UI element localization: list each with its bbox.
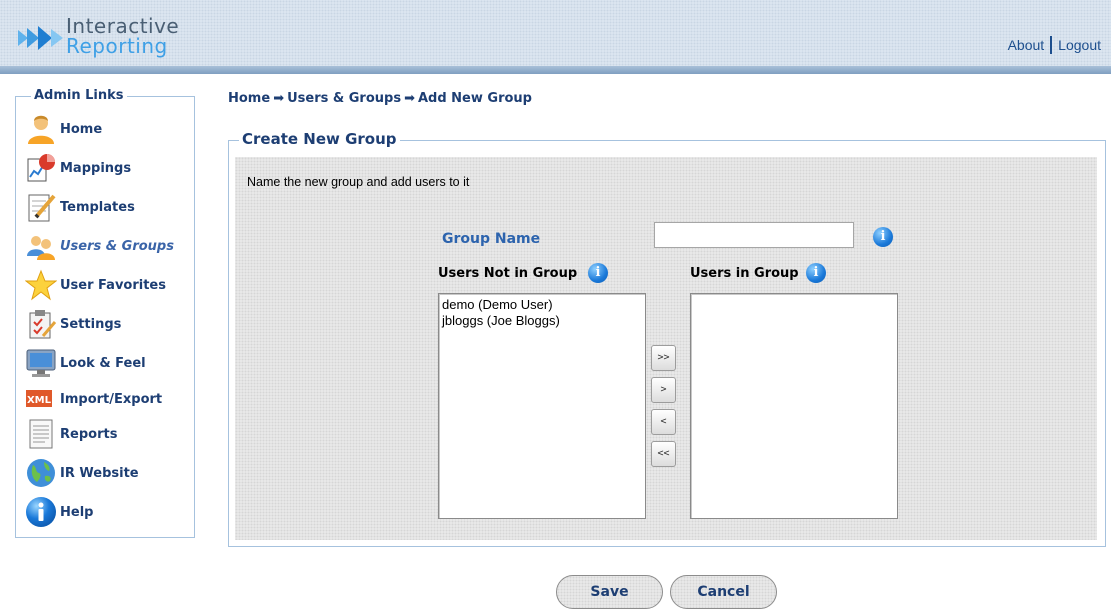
add-all-button[interactable]: >> (651, 345, 676, 371)
remove-button[interactable]: < (651, 409, 676, 435)
admin-links-panel: Admin Links Home Mappings Templates User… (15, 88, 195, 538)
users-in-group-info-icon[interactable]: i (806, 263, 826, 283)
header-bar (0, 66, 1111, 74)
users-not-in-group-label: Users Not in Group (438, 266, 577, 281)
list-item[interactable]: demo (Demo User) (442, 297, 642, 313)
clipboard-check-icon (25, 308, 57, 340)
logo-arrows-icon (18, 26, 63, 50)
globe-icon (25, 457, 57, 489)
info-icon (25, 496, 57, 528)
sidebar-item-label: Look & Feel (60, 355, 146, 371)
sidebar-item-label: IR Website (60, 465, 139, 481)
users-in-group-label-text: Users in Group (690, 266, 799, 281)
app-logo: Interactive Reporting (18, 14, 179, 58)
sidebar-item-settings[interactable]: Settings (25, 307, 121, 341)
logout-link[interactable]: Logout (1058, 37, 1101, 53)
form-area: Name the new group and add users to it G… (235, 157, 1097, 540)
sidebar-item-mappings[interactable]: Mappings (25, 151, 131, 185)
chart-icon (25, 152, 57, 184)
star-icon (24, 269, 58, 301)
sidebar-item-label: Templates (60, 199, 135, 215)
sidebar-item-label: User Favorites (60, 277, 166, 293)
breadcrumb-current: Add New Group (417, 91, 532, 106)
admin-links-title: Admin Links (31, 88, 127, 103)
sidebar-item-templates[interactable]: Templates (25, 190, 135, 224)
users-in-group-list[interactable] (690, 293, 898, 519)
sidebar-item-home[interactable]: Home (25, 112, 102, 146)
sidebar-item-label: Mappings (60, 160, 132, 176)
document-icon (25, 418, 57, 450)
svg-text:XML: XML (27, 395, 52, 406)
sidebar-item-users-groups[interactable]: Users & Groups (25, 229, 174, 263)
breadcrumb-users-groups[interactable]: Users & Groups (287, 91, 401, 106)
monitor-icon (25, 347, 57, 379)
sidebar-item-user-favorites[interactable]: User Favorites (24, 268, 166, 302)
users-not-in-group-label-text: Users Not in Group (438, 266, 578, 281)
notepad-pencil-icon (25, 191, 57, 223)
breadcrumb-arrow-icon: ➡ (404, 91, 415, 106)
logo-text-line2: Reporting (66, 34, 168, 58)
sidebar-item-label: Users & Groups (60, 238, 174, 254)
group-name-info-icon[interactable]: i (873, 227, 893, 247)
breadcrumb-arrow-icon: ➡ (273, 91, 285, 106)
xml-icon: XML (25, 383, 57, 415)
breadcrumb: Home ➡ Users & Groups ➡ Add New Group (228, 91, 532, 106)
link-divider (1050, 36, 1053, 54)
instructions-text: Name the new group and add users to it (247, 175, 470, 189)
create-group-panel: Create New Group Name the new group and … (228, 130, 1106, 547)
cancel-button[interactable]: Cancel (670, 575, 777, 609)
add-button[interactable]: > (651, 377, 676, 403)
user-icon (25, 113, 57, 145)
group-name-input[interactable] (654, 222, 854, 248)
sidebar-item-label: Reports (60, 426, 118, 442)
sidebar-item-reports[interactable]: Reports (25, 417, 117, 451)
breadcrumb-home[interactable]: Home (228, 91, 270, 106)
app-header: Interactive Reporting About Logout (0, 0, 1111, 74)
top-links: About Logout (1008, 36, 1101, 54)
save-button[interactable]: Save (556, 575, 663, 609)
about-link[interactable]: About (1008, 37, 1045, 53)
users-not-in-group-info-icon[interactable]: i (588, 263, 608, 283)
sidebar-item-label: Import/Export (60, 391, 163, 407)
users-not-in-group-list[interactable]: demo (Demo User) jbloggs (Joe Bloggs) (438, 293, 646, 519)
list-item[interactable]: jbloggs (Joe Bloggs) (442, 313, 642, 329)
users-in-group-label: Users in Group (690, 266, 799, 281)
remove-all-button[interactable]: << (651, 441, 676, 467)
sidebar-item-import-export[interactable]: XML Import/Export (25, 382, 162, 416)
sidebar-item-look-feel[interactable]: Look & Feel (25, 346, 146, 380)
users-icon (25, 230, 57, 262)
sidebar-item-label: Help (60, 504, 94, 520)
sidebar-item-help[interactable]: Help (25, 495, 93, 529)
group-name-label: Group Name (442, 231, 541, 247)
sidebar-item-label: Home (60, 121, 103, 137)
sidebar-item-label: Settings (60, 316, 122, 332)
sidebar-item-ir-website[interactable]: IR Website (25, 456, 139, 490)
panel-title: Create New Group (239, 130, 400, 148)
